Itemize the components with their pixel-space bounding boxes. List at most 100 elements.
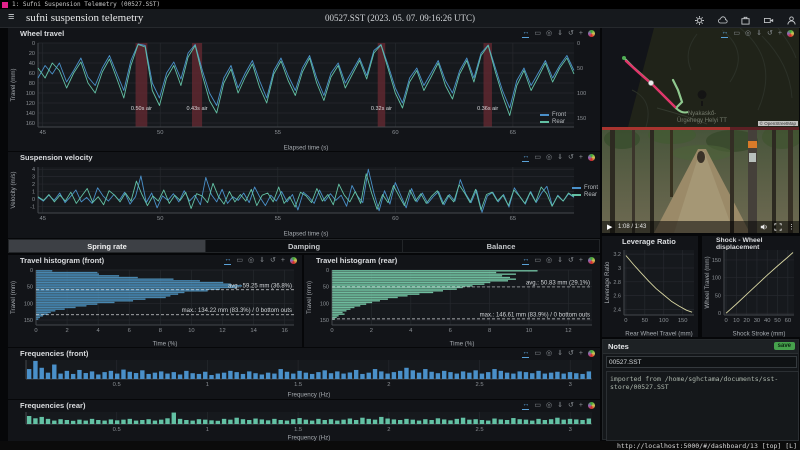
svg-text:45: 45	[39, 130, 45, 136]
wheel-zoom-icon[interactable]: ◎	[546, 30, 552, 38]
save-icon[interactable]: ⇓	[756, 30, 762, 38]
wheel-zoom-icon[interactable]: ◎	[546, 402, 552, 410]
suspension-velocity-chart[interactable]: 4550556065-101234Elapsed time (s)Velocit…	[8, 164, 600, 237]
camera-icon[interactable]	[764, 16, 774, 25]
position-marker[interactable]	[648, 80, 653, 85]
save-icon[interactable]: ⇓	[557, 257, 563, 265]
save-icon[interactable]: ⇓	[259, 257, 265, 265]
fullscreen-icon[interactable]	[774, 223, 782, 231]
svg-text:4: 4	[97, 328, 101, 334]
svg-text:150: 150	[577, 116, 586, 122]
pan-icon[interactable]: ↔	[721, 29, 728, 38]
svg-text:20: 20	[29, 51, 35, 57]
save-button[interactable]: save	[774, 342, 795, 350]
svg-text:140: 140	[26, 111, 35, 117]
cloud-icon[interactable]	[718, 16, 728, 25]
chart-legend[interactable]: Front Rear	[572, 184, 598, 198]
wheel-zoom-icon[interactable]: ◎	[546, 154, 552, 162]
save-icon[interactable]: ⇓	[557, 154, 563, 162]
box-zoom-icon[interactable]: ▭	[236, 257, 243, 265]
box-zoom-icon[interactable]: ▭	[733, 30, 740, 38]
pan-icon[interactable]: ↔	[522, 153, 529, 162]
leverage-ratio-chart[interactable]: 0501001502.42.62.833.2Rear Wheel Travel …	[602, 246, 698, 337]
tab-damping[interactable]: Damping	[206, 239, 403, 253]
trail-label-line2: Ürgehegy Helyi TT	[677, 117, 727, 124]
frequencies-rear-chart[interactable]: 0.511.522.53Frequency (Hz)	[8, 410, 600, 441]
travel-histogram-rear-chart[interactable]: 024681012050100150avg.: 50.83 mm (29.1%)…	[304, 267, 600, 347]
shock-wheel-displacement-chart[interactable]: 0102030405060050100150Shock Stroke (mm)W…	[702, 246, 800, 337]
hover-icon[interactable]: +	[579, 30, 583, 38]
tab-spring-rate[interactable]: Spring rate	[8, 239, 206, 253]
kebab-icon[interactable]: ⋮	[788, 223, 795, 231]
reset-icon[interactable]: ↺	[568, 154, 574, 162]
volume-icon[interactable]	[760, 223, 768, 231]
hover-icon[interactable]: +	[778, 30, 782, 38]
wheel-zoom-icon[interactable]: ◎	[248, 257, 254, 265]
trail-marker-orange	[748, 141, 757, 148]
user-icon[interactable]	[787, 16, 796, 25]
reset-icon[interactable]: ↺	[568, 350, 574, 358]
video-progress-bar[interactable]	[602, 127, 730, 130]
box-zoom-icon[interactable]: ▭	[534, 30, 541, 38]
svg-text:4: 4	[32, 167, 35, 173]
hover-icon[interactable]: +	[579, 257, 583, 265]
svg-text:150: 150	[678, 318, 688, 324]
hover-icon[interactable]: +	[579, 350, 583, 358]
app-header: ≡ sufni suspension telemetry 00527.SST (…	[0, 9, 800, 28]
pan-icon[interactable]: ↔	[522, 349, 529, 358]
pan-icon[interactable]: ↔	[224, 256, 231, 265]
svg-text:8: 8	[159, 328, 162, 334]
trail-video-frame[interactable]	[602, 127, 799, 233]
gear-icon[interactable]	[695, 16, 704, 25]
session-name-input[interactable]	[606, 356, 797, 368]
hover-icon[interactable]: +	[579, 154, 583, 162]
svg-text:0.36s air: 0.36s air	[477, 106, 498, 112]
frequencies-front-chart[interactable]: 0.511.522.53Frequency (Hz)	[8, 358, 600, 398]
travel-histogram-front-chart[interactable]: 0246810121416050100150avg.: 59.25 mm (36…	[8, 267, 302, 347]
play-icon[interactable]: ▶	[607, 223, 612, 231]
notes-panel: Notes save imported from /home/sghctama/…	[602, 339, 799, 440]
tab-balance[interactable]: Balance	[403, 239, 600, 253]
chart-legend[interactable]: Front Rear	[540, 111, 566, 125]
pan-icon[interactable]: ↔	[522, 401, 529, 410]
wheel-zoom-icon[interactable]: ◎	[546, 257, 552, 265]
hover-icon[interactable]: +	[579, 402, 583, 410]
map-attribution[interactable]: © OpenStreetMap	[758, 121, 798, 126]
panel-title: Suspension velocity	[20, 153, 93, 162]
svg-text:100: 100	[24, 301, 33, 307]
hover-icon[interactable]: +	[281, 257, 285, 265]
reset-icon[interactable]: ↺	[568, 30, 574, 38]
save-icon[interactable]: ⇓	[557, 402, 563, 410]
trail-map[interactable]: Nyakaskő- Ürgehegy Helyi TT	[602, 28, 799, 127]
svg-text:0: 0	[32, 41, 35, 47]
svg-text:50: 50	[27, 285, 33, 291]
box-zoom-icon[interactable]: ▭	[534, 154, 541, 162]
svg-text:2.5: 2.5	[475, 427, 483, 433]
wheel-travel-chart[interactable]: 4550556065020406080100120140160050100150…	[8, 40, 600, 151]
wheel-zoom-icon[interactable]: ◎	[546, 350, 552, 358]
wheel-zoom-icon[interactable]: ◎	[745, 30, 751, 38]
svg-text:0.5: 0.5	[113, 427, 121, 433]
svg-text:0: 0	[30, 268, 33, 274]
save-icon[interactable]: ⇓	[557, 350, 563, 358]
case-icon[interactable]	[741, 16, 750, 25]
box-zoom-icon[interactable]: ▭	[534, 402, 541, 410]
save-icon[interactable]: ⇓	[557, 30, 563, 38]
svg-text:60: 60	[29, 71, 35, 77]
svg-text:0.50s air: 0.50s air	[131, 106, 152, 112]
pan-icon[interactable]: ↔	[522, 256, 529, 265]
window-titlebar: 1: Sufni Suspension Telemetry (00527.SST…	[0, 0, 800, 9]
svg-text:40: 40	[29, 61, 35, 67]
notes-textarea[interactable]: imported from /home/sghctama/documents/s…	[606, 371, 799, 441]
rider-silhouette	[697, 151, 705, 163]
reset-icon[interactable]: ↺	[568, 402, 574, 410]
svg-text:40: 40	[764, 318, 770, 324]
reset-icon[interactable]: ↺	[270, 257, 276, 265]
box-zoom-icon[interactable]: ▭	[534, 350, 541, 358]
legend-front: Front	[552, 112, 566, 118]
panel-title: Travel histogram (rear)	[316, 256, 397, 265]
reset-icon[interactable]: ↺	[568, 257, 574, 265]
reset-icon[interactable]: ↺	[767, 30, 773, 38]
box-zoom-icon[interactable]: ▭	[534, 257, 541, 265]
pan-icon[interactable]: ↔	[522, 29, 529, 38]
